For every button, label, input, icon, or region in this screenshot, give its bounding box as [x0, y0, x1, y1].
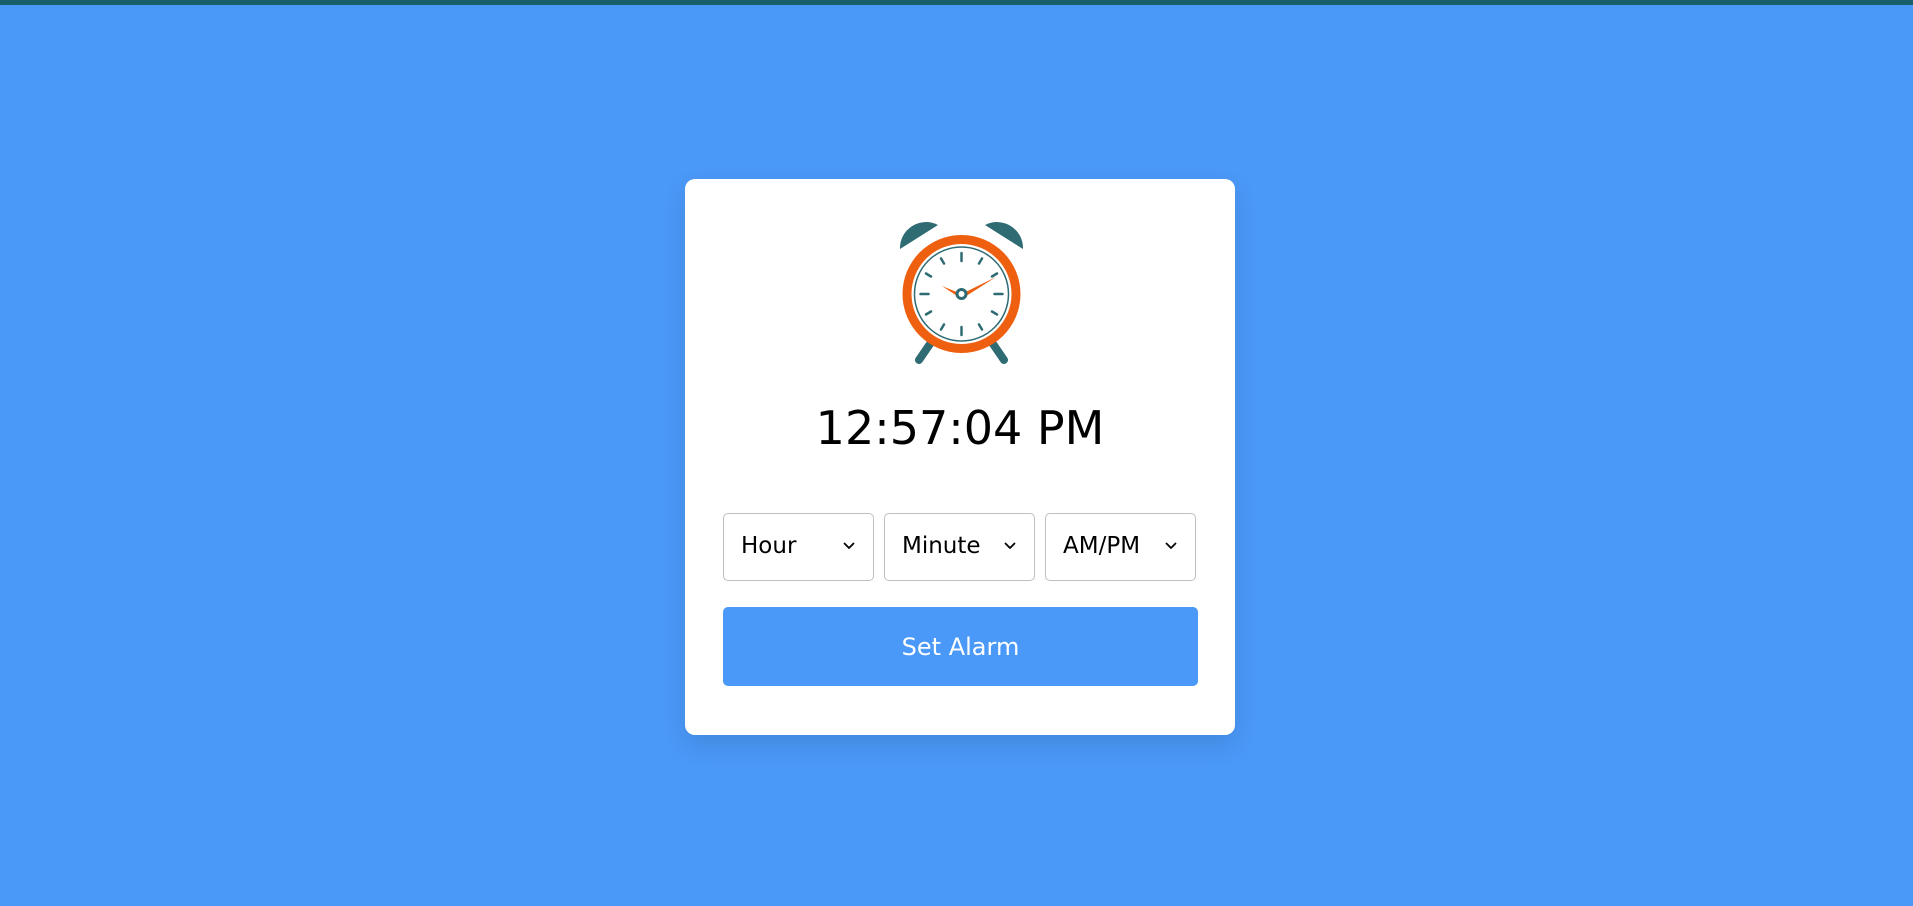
current-time: 12:57:04 PM	[815, 401, 1105, 455]
top-bar	[0, 0, 1913, 5]
minute-select[interactable]: Minute	[884, 513, 1035, 581]
alarm-card: 12:57:04 PM Hour Minute AM/PM Set Alarm	[685, 179, 1235, 735]
hour-select-value: Hour	[741, 533, 797, 559]
alarm-clock-icon	[899, 222, 1024, 364]
chevron-down-icon	[843, 542, 855, 549]
set-alarm-button[interactable]: Set Alarm	[723, 607, 1198, 686]
chevron-down-icon	[1004, 542, 1016, 549]
ampm-select-value: AM/PM	[1063, 533, 1141, 559]
ampm-select[interactable]: AM/PM	[1045, 513, 1196, 581]
chevron-down-icon	[1165, 542, 1177, 549]
hour-select[interactable]: Hour	[723, 513, 874, 581]
minute-select-value: Minute	[902, 533, 981, 559]
alarm-time-selects: Hour Minute AM/PM	[723, 513, 1198, 581]
